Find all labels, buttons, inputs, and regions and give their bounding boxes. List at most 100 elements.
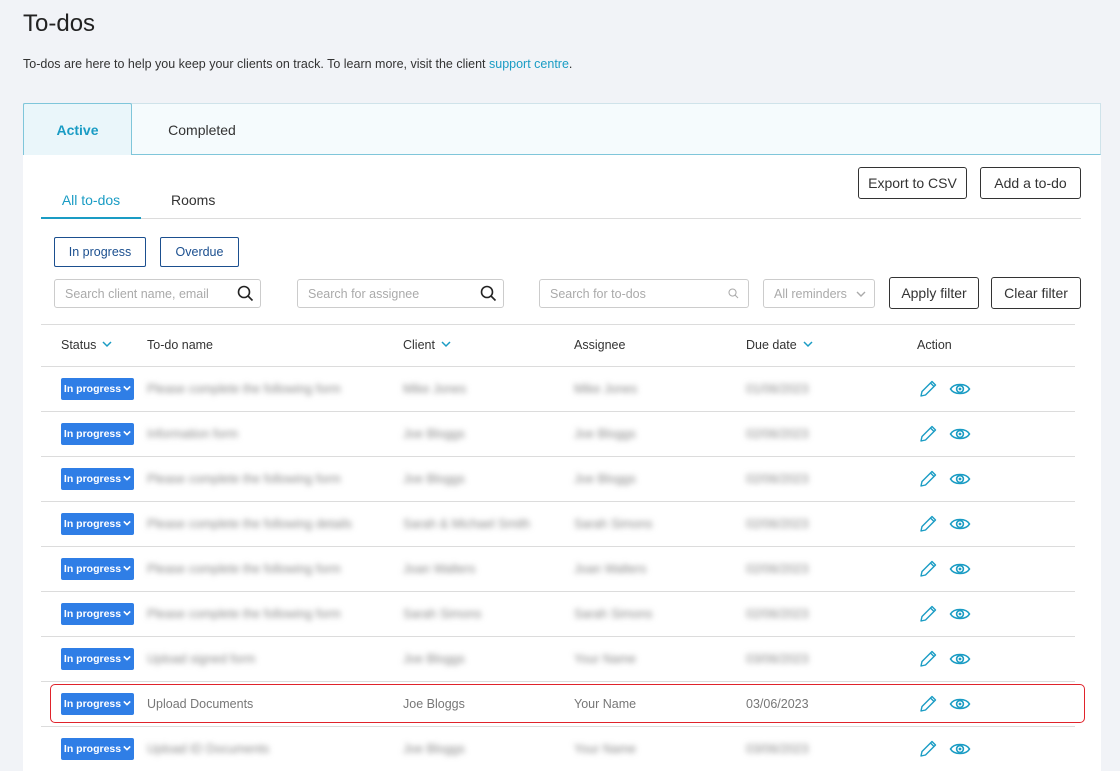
filter-chip-overdue[interactable]: Overdue xyxy=(160,237,239,267)
row-actions xyxy=(917,513,971,535)
search-icon[interactable] xyxy=(718,288,748,299)
pencil-icon[interactable] xyxy=(917,378,939,400)
chevron-down-icon xyxy=(123,653,131,665)
header-assignee-label: Assignee xyxy=(574,338,626,352)
add-todo-button[interactable]: Add a to-do xyxy=(980,167,1081,199)
todo-name: Upload Documents xyxy=(147,697,254,711)
todos-panel: All to-dos Rooms Export to CSV Add a to-… xyxy=(23,155,1101,771)
assignee-name: Joe Bloggs xyxy=(574,472,636,486)
due-date: 01/06/2023 xyxy=(746,382,809,396)
eye-icon[interactable] xyxy=(949,558,971,580)
due-date: 02/06/2023 xyxy=(746,607,809,621)
chevron-down-icon xyxy=(441,338,451,352)
todo-name: Information form xyxy=(147,427,239,441)
chevron-down-icon xyxy=(123,383,131,395)
due-date: 02/06/2023 xyxy=(746,427,809,441)
header-name: To-do name xyxy=(147,338,213,352)
pencil-icon[interactable] xyxy=(917,693,939,715)
header-client[interactable]: Client xyxy=(403,338,451,352)
chevron-down-icon xyxy=(123,698,131,710)
eye-icon[interactable] xyxy=(949,738,971,760)
support-centre-link[interactable]: support centre xyxy=(489,57,569,71)
assignee-search xyxy=(297,279,504,308)
chevron-down-icon xyxy=(102,338,112,352)
subtab-rooms[interactable]: Rooms xyxy=(171,192,215,208)
header-assignee: Assignee xyxy=(574,338,625,352)
row-actions xyxy=(917,378,971,400)
eye-icon[interactable] xyxy=(949,693,971,715)
table-row: In progress Please complete the followin… xyxy=(41,592,1075,637)
status-label: In progress xyxy=(63,653,122,665)
intro-end: . xyxy=(568,57,573,71)
todo-name: Please complete the following form xyxy=(147,382,341,396)
client-name: Joe Bloggs xyxy=(403,697,465,711)
header-due-date[interactable]: Due date xyxy=(746,338,813,352)
eye-icon[interactable] xyxy=(949,648,971,670)
header-status[interactable]: Status xyxy=(61,338,112,352)
search-icon[interactable] xyxy=(473,285,503,302)
reminders-select[interactable]: All reminders xyxy=(763,279,875,308)
tab-completed[interactable]: Completed xyxy=(142,104,262,156)
todo-search xyxy=(539,279,749,308)
client-name: Sarah & Michael Smith xyxy=(403,517,531,531)
main-tabs: Active Completed xyxy=(23,103,1101,156)
header-action: Action xyxy=(917,338,952,352)
assignee-name: Joan Walters xyxy=(574,562,647,576)
chevron-down-icon xyxy=(803,338,813,352)
status-dropdown[interactable]: In progress xyxy=(61,648,134,670)
header-action-label: Action xyxy=(917,338,952,352)
todo-search-input[interactable] xyxy=(540,286,718,301)
page-title: To-dos xyxy=(23,10,96,37)
status-label: In progress xyxy=(63,428,122,440)
row-actions xyxy=(917,423,971,445)
pencil-icon[interactable] xyxy=(917,738,939,760)
row-actions xyxy=(917,603,971,625)
export-csv-button[interactable]: Export to CSV xyxy=(858,167,967,199)
pencil-icon[interactable] xyxy=(917,423,939,445)
tab-active[interactable]: Active xyxy=(23,103,132,156)
assignee-name: Sarah Simons xyxy=(574,517,653,531)
eye-icon[interactable] xyxy=(949,603,971,625)
pencil-icon[interactable] xyxy=(917,513,939,535)
pencil-icon[interactable] xyxy=(917,603,939,625)
table-header: Status To-do name Client Assignee Due da… xyxy=(41,324,1075,367)
due-date: 02/06/2023 xyxy=(746,517,809,531)
chevron-down-icon xyxy=(856,288,866,302)
assignee-search-input[interactable] xyxy=(298,286,473,301)
status-dropdown[interactable]: In progress xyxy=(61,378,134,400)
client-name: Joe Bloggs xyxy=(403,472,465,486)
status-dropdown[interactable]: In progress xyxy=(61,558,134,580)
assignee-name: Your Name xyxy=(574,742,637,756)
table-row: In progress Information form Joe Bloggs … xyxy=(41,412,1075,457)
chevron-down-icon xyxy=(123,743,131,755)
assignee-name: Mike Jones xyxy=(574,382,638,396)
eye-icon[interactable] xyxy=(949,468,971,490)
todo-name: Upload signed form xyxy=(147,652,256,666)
todos-table: Status To-do name Client Assignee Due da… xyxy=(41,324,1075,771)
status-label: In progress xyxy=(63,473,122,485)
intro-body: To-dos are here to help you keep your cl… xyxy=(23,57,486,71)
client-search xyxy=(54,279,261,308)
eye-icon[interactable] xyxy=(949,378,971,400)
status-dropdown[interactable]: In progress xyxy=(61,603,134,625)
todo-name: Please complete the following details xyxy=(147,517,352,531)
status-dropdown[interactable]: In progress xyxy=(61,468,134,490)
clear-filter-button[interactable]: Clear filter xyxy=(991,277,1081,309)
subtab-all-todos[interactable]: All to-dos xyxy=(41,192,141,219)
status-label: In progress xyxy=(63,518,122,530)
status-dropdown[interactable]: In progress xyxy=(61,513,134,535)
status-dropdown[interactable]: In progress xyxy=(61,693,134,715)
status-dropdown[interactable]: In progress xyxy=(61,423,134,445)
pencil-icon[interactable] xyxy=(917,558,939,580)
client-search-input[interactable] xyxy=(55,286,230,301)
pencil-icon[interactable] xyxy=(917,648,939,670)
search-icon[interactable] xyxy=(230,285,260,302)
status-dropdown[interactable]: In progress xyxy=(61,738,134,760)
eye-icon[interactable] xyxy=(949,423,971,445)
filter-chip-in-progress[interactable]: In progress xyxy=(54,237,146,267)
intro-text: To-dos are here to help you keep your cl… xyxy=(23,57,572,71)
apply-filter-button[interactable]: Apply filter xyxy=(889,277,979,309)
eye-icon[interactable] xyxy=(949,513,971,535)
pencil-icon[interactable] xyxy=(917,468,939,490)
due-date: 03/06/2023 xyxy=(746,652,809,666)
